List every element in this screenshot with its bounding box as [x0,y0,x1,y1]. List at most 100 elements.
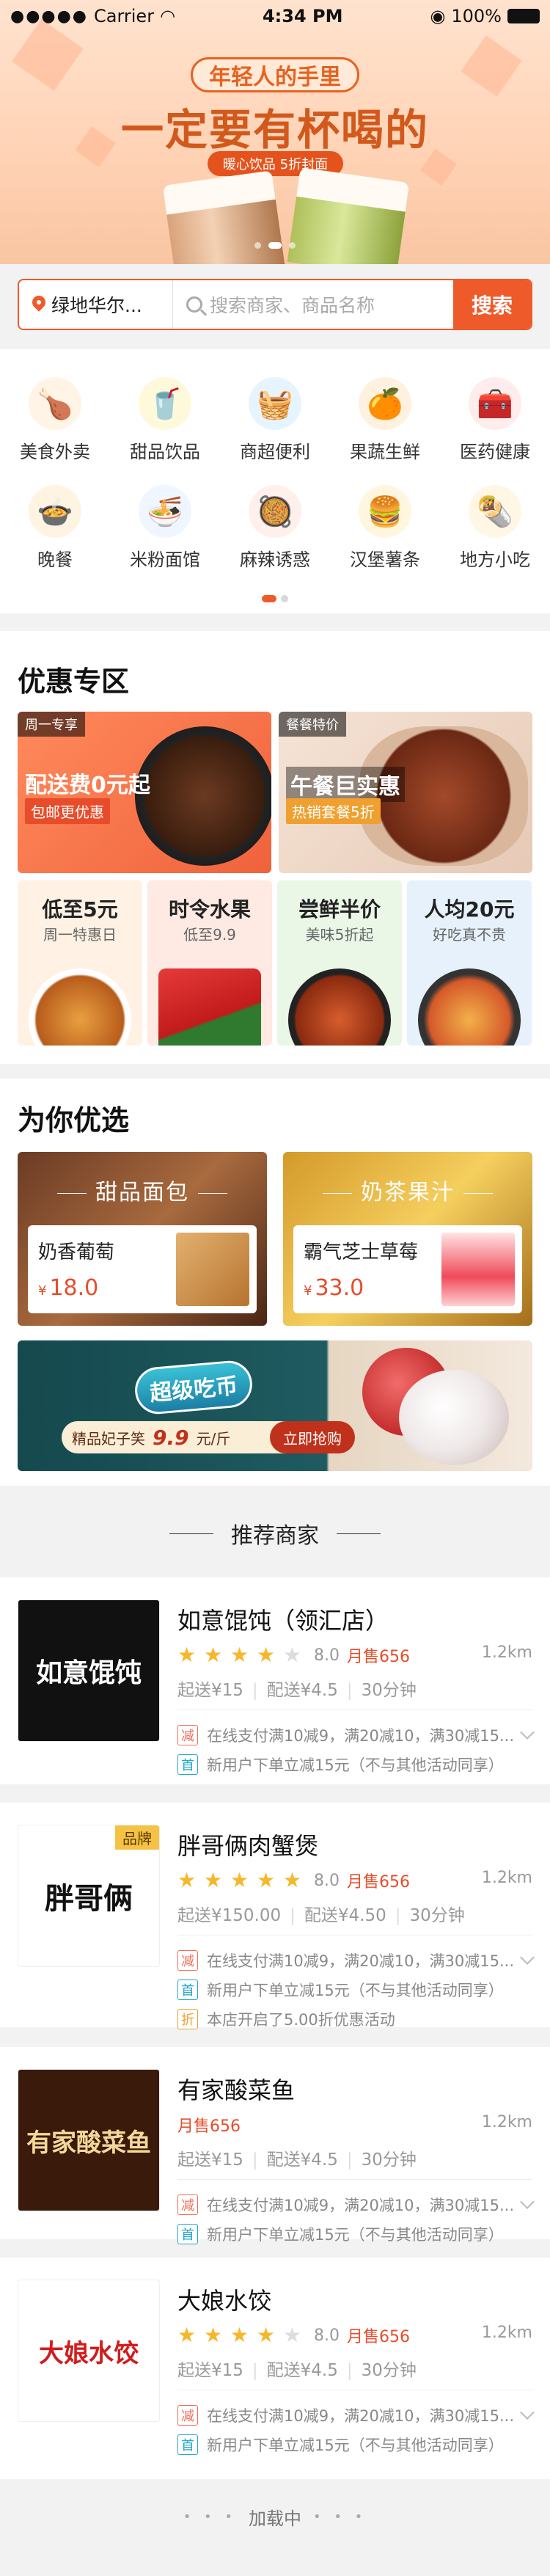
dinner-bowl-icon: 🍲 [29,485,81,538]
wifi-icon: ◠ [160,6,176,26]
min-order: 起送¥15 [177,2361,243,2380]
merchant-card[interactable]: 大娘水饺大娘水饺 ★ ★ ★ ★ ★ 8.0 月售656 1.2km 起送¥15配送¥4.530分… [0,2258,550,2479]
merchant-card[interactable]: 有家酸菜鱼有家酸菜鱼月售656 1.2km 起送¥15配送¥4.530分钟减在线支付… [0,2047,550,2244]
category-item[interactable]: 🍗 美食外卖 [0,377,110,463]
merchant-activity: 减在线支付满10减9，满20减10，满30减15... [177,2404,514,2426]
category-item[interactable]: 🥤 甜品饮品 [110,377,220,463]
promo-mini-card[interactable]: 人均20元 好吃真不贵 [407,880,532,1046]
ad-unit: 元/斤 [196,1429,231,1448]
category-item[interactable]: 🧰 医药健康 [440,377,550,463]
activity-text: 在线支付满10减9，满20减10，满30减15... [207,2407,514,2425]
lychee-ad-banner[interactable]: 超级吃币 精品妃子笑 9.9 元/斤 立即抢购 [18,1340,532,1471]
location-selector[interactable]: 绿地华尔... [19,280,173,329]
pick-card-milk-tea[interactable]: 奶茶果汁 霸气芝士草莓 ¥33.0 [283,1152,532,1326]
matcha-cup-image [287,167,410,264]
category-label: 麻辣诱惑 [240,550,310,570]
merchant-activity: 首新用户下单立减15元（不与其他活动同享） [177,1754,504,1776]
min-order: 起送¥150.00 [177,1906,282,1925]
merchant-delivery-info: 起送¥15配送¥4.530分钟 [177,2145,417,2170]
merchant-card[interactable]: 如意馄饨如意馄饨（领汇店） ★ ★ ★ ★ ★ 8.0 月售656 1.2km 起送¥15配送¥4… [0,1577,550,1784]
merchant-card[interactable]: 胖哥俩品牌胖哥俩肉蟹煲 ★ ★ ★ ★ ★ 8.0 月售656 1.2km 起送¥150.00配送… [0,1803,550,2030]
activity-text: 新用户下单立减15元（不与其他活动同享） [207,2226,504,2244]
category-item[interactable]: 🥘 麻辣诱惑 [220,485,330,571]
activity-badge: 首 [177,2224,198,2244]
promo-mini-card[interactable]: 时令水果 低至9.9 [147,880,272,1046]
promo-mini-sub: 周一特惠日 [43,926,117,944]
pick-info-box: 奶香葡萄 ¥18.0 [28,1225,257,1313]
activity-text: 在线支付满10减9，满20减10，满30减15... [207,1727,514,1745]
pick-price: ¥18.0 [38,1275,99,1301]
promo-mini-sub: 好吃真不贵 [433,926,506,944]
promo-mini-card[interactable]: 尝鲜半价 美味5折起 [277,880,402,1046]
burger-icon: 🍔 [359,485,411,538]
star-icon: ★ [230,1643,249,1667]
activity-badge: 减 [177,1725,198,1745]
lock-rotation-icon: ◉ [430,6,446,26]
location-pin-icon [32,296,45,313]
min-order: 起送¥15 [177,1681,243,1700]
merchants-heading: 推荐商家 [0,1508,550,1559]
super-coin-logo: 超级吃币 [133,1359,254,1416]
food-plate-image [135,726,271,866]
activity-badge: 首 [177,1754,198,1775]
spicy-bowl-icon: 🥘 [249,485,301,538]
promo-mini-headline: 人均20元 [424,897,515,922]
delivery-time: 30分钟 [338,2356,417,2381]
hero-banner[interactable]: 年轻人的手里 一定要有杯喝的 暖心饮品 5折封面 [0,0,550,264]
category-item[interactable]: 🌯 地方小吃 [440,485,550,571]
promo-card-lunch[interactable]: 餐餐特价 午餐巨实惠 热销套餐5折 [279,712,532,873]
pick-name: 霸气芝士草莓 [304,1241,419,1263]
merchant-distance: 1.2km [481,1643,532,1662]
promo-mini-card[interactable]: 低至5元 周一特惠日 [18,880,142,1046]
star-icon: ★ [257,1643,276,1667]
category-item[interactable]: 🍜 米粉面馆 [110,485,220,571]
merchant-delivery-info: 起送¥15配送¥4.530分钟 [177,2356,417,2381]
merchant-activity: 折本店开启了5.00折优惠活动 [177,2008,395,2030]
clock: 4:34 PM [262,6,343,26]
category-item[interactable]: 🍲 晚餐 [0,485,110,571]
promo-section: 优惠专区 周一专享 配送费0元起 包邮更优惠 餐餐特价 午餐巨实惠 热销套餐5折… [0,631,550,1064]
merchant-score: 8.0 [314,2326,340,2345]
chevron-down-icon[interactable] [520,2405,535,2420]
activity-badge: 减 [177,1950,198,1971]
merchant-rating-row: 月售656 [177,2113,241,2137]
merchant-monthly-sales: 月售656 [347,2328,410,2346]
merchant-activity: 首新用户下单立减15元（不与其他活动同享） [177,2434,504,2456]
pick-info-box: 霸气芝士草莓 ¥33.0 [293,1225,522,1313]
chevron-down-icon[interactable] [520,1725,535,1740]
watermelon-image [158,968,261,1046]
recommend-title: 为你优选 [18,1104,130,1136]
category-item[interactable]: 🍔 汉堡薯条 [330,485,440,571]
ad-buy-button[interactable]: 立即抢购 [270,1421,355,1453]
delivery-fee: 配送¥4.5 [243,2145,338,2170]
category-label: 医药健康 [460,442,530,462]
ad-text: 精品妃子笑 [72,1429,145,1448]
merchant-monthly-sales: 月售656 [347,1648,410,1666]
search-input[interactable]: 搜索商家、商品名称 [173,280,453,329]
merchant-rating-row: ★ ★ ★ ★ ★ 8.0 月售656 [177,1643,410,1667]
category-item[interactable]: 🍊 果蔬生鲜 [330,377,440,463]
carrier-label: Carrier [93,6,155,26]
fried-chicken-icon: 🍗 [29,377,81,430]
promo-sub: 包邮更优惠 [25,798,110,824]
chevron-down-icon[interactable] [520,2194,535,2209]
merchant-logo: 大娘水饺 [18,2280,160,2422]
min-order: 起送¥15 [177,2150,243,2170]
page: 年轻人的手里 一定要有杯喝的 暖心饮品 5折封面 ●●●●● Carrier ◠… [0,0,550,2576]
promo-card-free-delivery[interactable]: 周一专享 配送费0元起 包邮更优惠 [18,712,271,873]
category-label: 米粉面馆 [130,550,200,570]
chevron-down-icon[interactable] [520,1950,535,1965]
merchant-name: 如意馄饨（领汇店） [177,1607,389,1635]
signal-icon: ●●●●● [10,7,88,26]
shopping-basket-icon: 🧺 [249,377,301,430]
star-icon: ★ [230,1868,249,1892]
merchant-activity: 减在线支付满10减9，满20减10，满30减15... [177,2194,514,2216]
category-item[interactable]: 🧺 商超便利 [220,377,330,463]
merchant-activity: 首新用户下单立减15元（不与其他活动同享） [177,1979,504,2001]
star-icon: ★ [257,1868,276,1892]
merchant-score: 8.0 [314,1646,340,1665]
activity-badge: 折 [177,2009,198,2029]
recommend-section: 为你优选 甜品面包 奶香葡萄 ¥18.0 奶茶果汁 霸气芝士草莓 ¥33.0 超… [0,1079,550,1486]
search-button[interactable]: 搜索 [453,280,531,329]
pick-card-bakery[interactable]: 甜品面包 奶香葡萄 ¥18.0 [18,1152,267,1326]
